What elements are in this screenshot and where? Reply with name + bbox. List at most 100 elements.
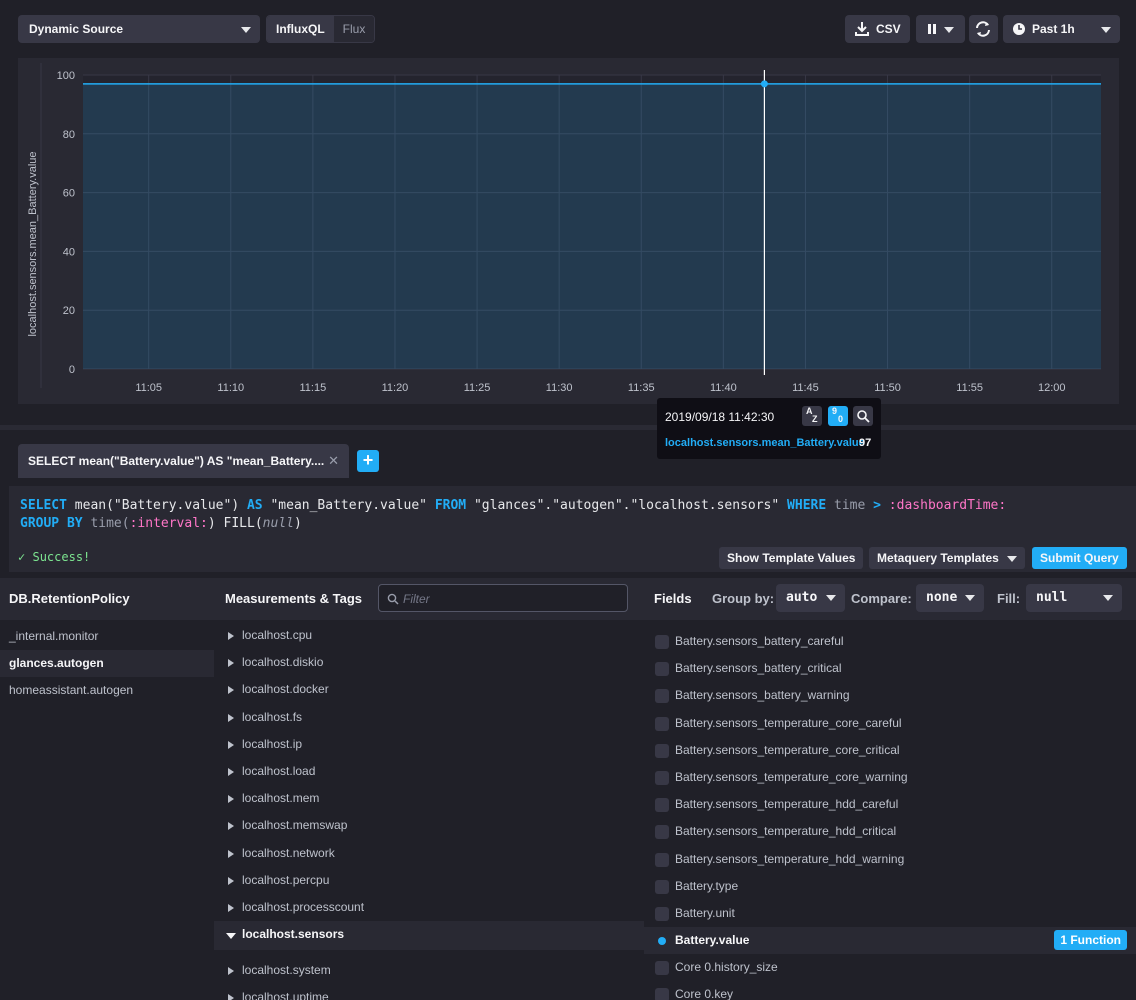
measurement-item[interactable]: localhost.processcount — [214, 894, 644, 921]
checkbox[interactable] — [655, 743, 669, 758]
sort-alpha-icon[interactable]: A Z — [802, 406, 822, 426]
checkbox[interactable] — [655, 770, 669, 785]
measurement-item-expanded[interactable]: localhost.sensors — [214, 921, 644, 951]
measurement-item[interactable]: localhost.ip — [214, 731, 644, 758]
measurement-item[interactable]: localhost.diskio — [214, 649, 644, 676]
measurement-item[interactable]: localhost.uptime — [214, 984, 644, 1000]
search-icon — [387, 593, 399, 605]
clock-icon — [1013, 23, 1025, 35]
radio-dot[interactable] — [655, 934, 669, 948]
checkbox[interactable] — [655, 825, 669, 840]
tooltip-series-value: 97 — [859, 437, 872, 449]
checkbox[interactable] — [655, 879, 669, 894]
checkbox[interactable] — [655, 689, 669, 704]
fill-select[interactable]: null — [1026, 584, 1122, 612]
field-item[interactable]: Battery.unit — [644, 900, 1136, 927]
field-item[interactable]: Battery.sensors_temperature_core_careful — [644, 710, 1136, 737]
show-template-values-button[interactable]: Show Template Values — [719, 547, 864, 569]
group-by-select[interactable]: auto — [776, 584, 845, 612]
x-tick-label: 11:30 — [546, 382, 573, 394]
hover-point — [760, 80, 768, 88]
compare-label: Compare: — [851, 591, 912, 606]
caret-right-icon — [228, 994, 234, 1000]
y-tick-label: 0 — [69, 364, 75, 376]
checkbox[interactable] — [655, 635, 669, 649]
csv-label: CSV — [876, 22, 901, 36]
caret-right-icon — [228, 967, 234, 976]
field-item[interactable]: Battery.sensors_temperature_hdd_warning — [644, 846, 1136, 873]
field-item[interactable]: Core 0.history_size — [644, 954, 1136, 981]
checkbox[interactable] — [655, 716, 669, 731]
checkbox[interactable] — [655, 906, 669, 921]
query-tab[interactable]: SELECT mean("Battery.value") AS "mean_Ba… — [18, 444, 349, 478]
db-item-glances-autogen[interactable]: glances.autogen — [0, 650, 214, 677]
checkbox[interactable] — [655, 662, 669, 677]
x-tick-label: 11:45 — [792, 382, 819, 394]
measurement-item[interactable]: localhost.cpu — [214, 622, 644, 649]
time-range-dropdown[interactable]: Past 1h — [1003, 15, 1120, 43]
measurement-item[interactable]: localhost.system — [214, 957, 644, 984]
field-item[interactable]: Battery.sensors_temperature_hdd_critical — [644, 818, 1136, 845]
line-chart[interactable]: 0 20 40 60 80 100 11:05 11:10 11:15 11:20 11:25 11:… — [18, 58, 1119, 404]
measurement-item[interactable]: localhost.load — [214, 758, 644, 785]
measurement-item[interactable]: localhost.network — [214, 840, 644, 867]
chevron-down-icon — [1103, 595, 1113, 601]
chevron-down-icon — [241, 27, 251, 33]
checkbox[interactable] — [655, 988, 669, 1000]
field-item[interactable]: Battery.sensors_temperature_core_critica… — [644, 737, 1136, 764]
csv-download-button[interactable]: CSV — [845, 15, 910, 43]
db-item-internal-monitor[interactable]: _internal.monitor — [0, 623, 214, 650]
checkbox[interactable] — [655, 961, 669, 976]
tooltip-series-name: localhost.sensors.mean_Battery.value — [665, 437, 865, 449]
tab-influxql[interactable]: InfluxQL — [267, 16, 334, 42]
compare-select[interactable]: none — [916, 584, 984, 612]
x-tick-label: 11:35 — [628, 382, 655, 394]
status-text: Success! — [32, 550, 91, 564]
source-dropdown[interactable]: Dynamic Source — [18, 15, 260, 43]
query-code[interactable]: SELECT mean("Battery.value") AS "mean_Ba… — [20, 497, 1006, 533]
resize-divider[interactable] — [0, 425, 1136, 430]
field-item[interactable]: Battery.sensors_battery_careful — [644, 628, 1136, 655]
autorefresh-dropdown[interactable] — [916, 15, 965, 43]
chevron-down-icon — [826, 595, 836, 601]
caret-right-icon — [228, 740, 234, 749]
toolbar: Dynamic Source InfluxQL Flux CSV Past 1h — [0, 0, 1136, 58]
y-tick-label: 40 — [63, 246, 75, 258]
field-item[interactable]: Battery.sensors_temperature_hdd_careful — [644, 791, 1136, 818]
caret-down-icon — [226, 933, 236, 940]
measurement-item[interactable]: localhost.mem — [214, 785, 644, 812]
y-tick-label: 100 — [57, 70, 75, 82]
caret-right-icon — [228, 849, 234, 858]
field-item[interactable]: Battery.sensors_battery_warning — [644, 682, 1136, 709]
field-item[interactable]: Battery.sensors_temperature_core_warning — [644, 764, 1136, 791]
query-tab-label: SELECT mean("Battery.value") AS "mean_Ba… — [28, 454, 325, 468]
add-query-button[interactable]: + — [357, 450, 379, 472]
function-badge[interactable]: 1 Function — [1054, 930, 1127, 951]
checkbox[interactable] — [655, 852, 669, 867]
caret-right-icon — [228, 686, 234, 695]
sort-numeric-icon[interactable]: 9 0 — [828, 406, 848, 426]
field-item[interactable]: Battery.sensors_battery_critical — [644, 655, 1136, 682]
check-icon: ✓ — [18, 550, 26, 564]
graph-panel: 0 20 40 60 80 100 11:05 11:10 11:15 11:20 11:25 11:… — [18, 58, 1119, 404]
x-tick-label: 11:05 — [135, 382, 162, 394]
measurement-item[interactable]: localhost.memswap — [214, 812, 644, 839]
filter-input[interactable]: Filter — [378, 584, 628, 612]
submit-query-button[interactable]: Submit Query — [1032, 547, 1127, 569]
search-icon[interactable] — [853, 406, 873, 426]
db-item-homeassistant-autogen[interactable]: homeassistant.autogen — [0, 677, 214, 704]
caret-right-icon — [228, 822, 234, 831]
chevron-down-icon — [965, 595, 975, 601]
measurement-item[interactable]: localhost.docker — [214, 676, 644, 703]
metaquery-templates-dropdown[interactable]: Metaquery Templates — [869, 547, 1025, 569]
checkbox[interactable] — [655, 798, 669, 813]
tab-flux[interactable]: Flux — [333, 16, 375, 42]
close-icon[interactable]: ✕ — [328, 444, 339, 478]
refresh-button[interactable] — [969, 15, 998, 43]
measurement-item[interactable]: localhost.percpu — [214, 867, 644, 894]
field-item[interactable]: Battery.type — [644, 873, 1136, 900]
field-item[interactable]: Core 0.key — [644, 981, 1136, 1000]
field-item-selected[interactable]: Battery.value 1 Function — [644, 927, 1136, 955]
graph-tooltip: 2019/09/18 11:42:30 A Z 9 0 localhost.se… — [657, 398, 881, 459]
measurement-item[interactable]: localhost.fs — [214, 704, 644, 731]
